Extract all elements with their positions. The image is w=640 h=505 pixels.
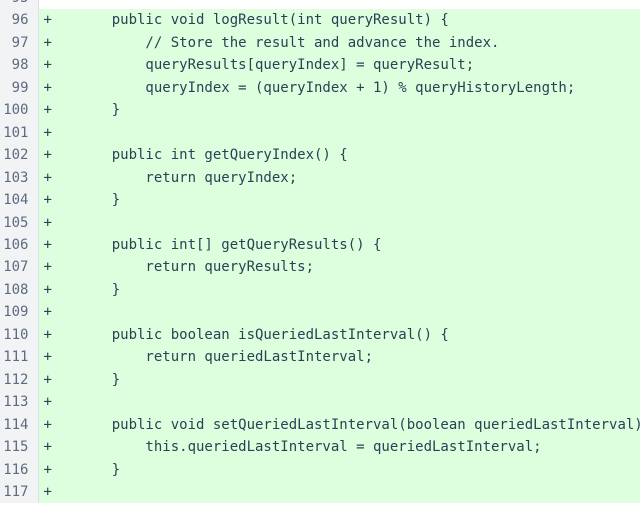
diff-marker: +	[38, 233, 52, 257]
diff-row: 96 + public void logResult(int queryResul…	[0, 9, 640, 32]
code-line[interactable]: public void setQueriedLastInterval(boole…	[52, 413, 640, 437]
diff-row: 102 + public int getQueryIndex() {	[0, 144, 640, 167]
diff-row: 107 + return queryResults;	[0, 256, 640, 279]
code-line[interactable]	[52, 0, 640, 10]
line-number[interactable]: 102	[0, 144, 39, 167]
line-number[interactable]: 108	[0, 278, 39, 302]
line-number[interactable]: 112	[0, 368, 39, 392]
line-number[interactable]: 100	[0, 99, 39, 122]
line-number[interactable]: 97	[0, 31, 39, 55]
diff-row: 115 + this.queriedLastInterval = queriedL…	[0, 436, 640, 459]
diff-row: 105 +	[0, 211, 640, 234]
line-number[interactable]: 115	[0, 436, 39, 459]
line-number[interactable]: 103	[0, 166, 39, 190]
diff-row: 113 +	[0, 391, 640, 414]
diff-row: 108 + }	[0, 278, 640, 302]
code-line[interactable]	[52, 121, 640, 145]
diff-row: 111 + return queriedLastInterval;	[0, 346, 640, 369]
line-number[interactable]: 111	[0, 346, 39, 369]
code-line[interactable]	[52, 301, 640, 324]
diff-row: 99 + queryIndex = (queryIndex + 1) % quer…	[0, 76, 640, 100]
diff-row: 114 + public void setQueriedLastInterval(…	[0, 413, 640, 437]
diff-marker: +	[38, 436, 52, 459]
diff-row: 106 + public int[] getQueryResults() {	[0, 233, 640, 257]
diff-marker: +	[38, 99, 52, 122]
code-line[interactable]: public int[] getQueryResults() {	[52, 233, 640, 257]
line-number[interactable]: 99	[0, 76, 39, 100]
line-number[interactable]: 101	[0, 121, 39, 145]
code-line[interactable]: public boolean isQueriedLastInterval() {	[52, 323, 640, 347]
diff-marker: +	[38, 346, 52, 369]
diff-marker: +	[38, 278, 52, 302]
line-number[interactable]: 117	[0, 480, 39, 504]
code-line[interactable]: return queriedLastInterval;	[52, 346, 640, 369]
diff-marker: +	[38, 31, 52, 55]
line-number[interactable]: 107	[0, 256, 39, 279]
diff-marker	[38, 0, 52, 10]
diff-marker: +	[38, 76, 52, 100]
diff-row: 117 +	[0, 480, 640, 504]
code-line[interactable]: // Store the result and advance the inde…	[52, 31, 640, 55]
diff-marker: +	[38, 391, 52, 414]
diff-marker: +	[38, 166, 52, 190]
diff-marker: +	[38, 121, 52, 145]
line-number[interactable]: 114	[0, 413, 39, 437]
diff-marker: +	[38, 211, 52, 234]
diff-marker: +	[38, 54, 52, 77]
line-number[interactable]: 96	[0, 9, 39, 32]
code-line[interactable]: this.queriedLastInterval = queriedLastIn…	[52, 436, 640, 459]
diff-row: 110 + public boolean isQueriedLastInterva…	[0, 323, 640, 347]
line-number[interactable]: 105	[0, 211, 39, 234]
line-number[interactable]: 116	[0, 458, 39, 481]
diff-row: 95	[0, 0, 640, 10]
line-number[interactable]: 104	[0, 189, 39, 212]
diff-row: 103 + return queryIndex;	[0, 166, 640, 190]
diff-row: 104 + }	[0, 189, 640, 212]
diff-marker: +	[38, 368, 52, 392]
code-line[interactable]: queryResults[queryIndex] = queryResult;	[52, 54, 640, 77]
line-number[interactable]: 106	[0, 233, 39, 257]
code-line[interactable]	[52, 211, 640, 234]
diff-viewer: 9596+ public void logResult(int queryRes…	[0, 0, 640, 505]
diff-row: 98 + queryResults[queryIndex] = queryResu…	[0, 54, 640, 77]
diff-marker: +	[38, 189, 52, 212]
diff-marker: +	[38, 413, 52, 437]
code-line[interactable]: queryIndex = (queryIndex + 1) % queryHis…	[52, 76, 640, 100]
diff-marker: +	[38, 256, 52, 279]
code-line[interactable]: public int getQueryIndex() {	[52, 144, 640, 167]
code-line[interactable]: }	[52, 99, 640, 122]
code-line[interactable]: }	[52, 368, 640, 392]
diff-row: 97 + // Store the result and advance the …	[0, 31, 640, 55]
diff-marker: +	[38, 458, 52, 481]
code-line[interactable]	[52, 480, 640, 504]
code-line[interactable]: return queryIndex;	[52, 166, 640, 190]
line-number[interactable]: 95	[0, 0, 39, 10]
diff-table: 9596+ public void logResult(int queryRes…	[0, 0, 640, 504]
diff-row: 100 + }	[0, 99, 640, 122]
diff-marker: +	[38, 9, 52, 32]
line-number[interactable]: 110	[0, 323, 39, 347]
diff-marker: +	[38, 323, 52, 347]
code-line[interactable]	[52, 391, 640, 414]
code-line[interactable]: }	[52, 189, 640, 212]
diff-row: 116 + }	[0, 458, 640, 481]
line-number[interactable]: 98	[0, 54, 39, 77]
diff-table-body: 9596+ public void logResult(int queryRes…	[0, 0, 640, 504]
line-number[interactable]: 109	[0, 301, 39, 324]
line-number[interactable]: 113	[0, 391, 39, 414]
diff-row: 101 +	[0, 121, 640, 145]
diff-marker: +	[38, 480, 52, 504]
diff-marker: +	[38, 144, 52, 167]
code-line[interactable]: }	[52, 458, 640, 481]
code-line[interactable]: }	[52, 278, 640, 302]
diff-row: 109 +	[0, 301, 640, 324]
diff-row: 112 + }	[0, 368, 640, 392]
diff-marker: +	[38, 301, 52, 324]
code-line[interactable]: public void logResult(int queryResult) {	[52, 9, 640, 32]
code-line[interactable]: return queryResults;	[52, 256, 640, 279]
